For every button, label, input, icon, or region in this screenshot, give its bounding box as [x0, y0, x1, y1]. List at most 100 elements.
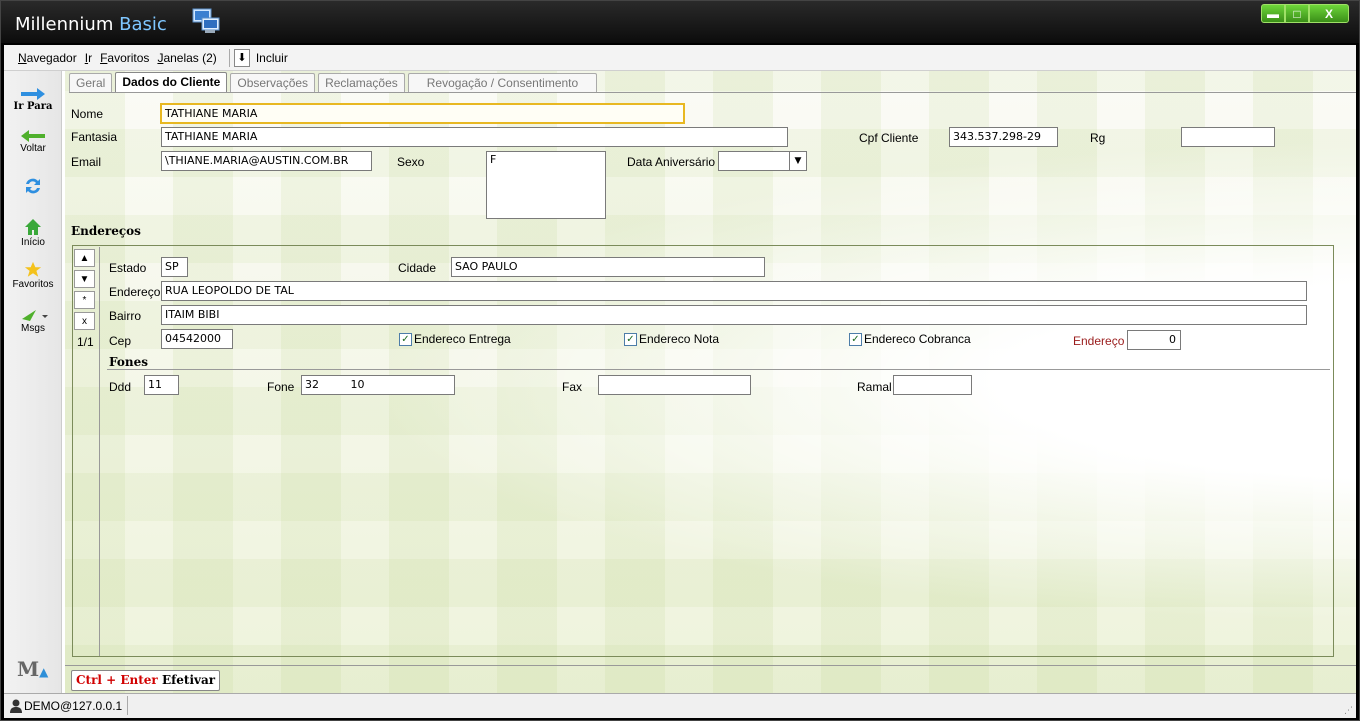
rg-field[interactable] — [1181, 127, 1275, 147]
nome-field[interactable]: TATHIANE MARIA — [160, 103, 685, 124]
message-icon — [22, 310, 48, 321]
app-title: Millennium Basic — [15, 14, 167, 35]
bairro-label: Bairro — [109, 309, 142, 323]
menu-navegador[interactable]: Navegador — [18, 51, 77, 65]
record-new-button[interactable]: * — [74, 291, 95, 309]
nav-inicio[interactable]: Início — [4, 217, 62, 248]
maximize-button[interactable]: □ — [1285, 4, 1309, 23]
ddd-label: Ddd — [109, 380, 132, 394]
check-icon: ✓ — [624, 332, 637, 346]
cpf-field[interactable]: 343.537.298-29 — [949, 127, 1058, 147]
menu-bar: Navegador Ir Favoritos Janelas (2) ⬇ Inc… — [4, 45, 1356, 71]
record-up-button[interactable]: ▲ — [74, 249, 95, 267]
cidade-label: Cidade — [398, 261, 437, 275]
record-position: 1/1 — [77, 335, 94, 349]
fones-header: Fones — [109, 355, 148, 369]
cidade-field[interactable]: SAO PAULO — [451, 257, 765, 277]
record-down-button[interactable]: ▼ — [74, 270, 95, 288]
incluir-button[interactable]: Incluir — [256, 51, 288, 65]
tab-observacoes[interactable]: Observações — [230, 73, 316, 92]
menu-favoritos[interactable]: Favoritos — [100, 51, 149, 65]
data-aniversario-select[interactable]: ▼ — [718, 151, 807, 171]
status-bar: DEMO@127.0.0.1 ⋰ — [4, 693, 1356, 718]
record-nav-divider — [99, 247, 100, 656]
nav-refresh[interactable] — [4, 175, 62, 197]
app-title-edition: Basic — [119, 14, 167, 35]
cep-label: Cep — [109, 334, 132, 348]
menu-janelas[interactable]: Janelas (2) — [157, 51, 216, 65]
shortcut-key: Ctrl + Enter — [76, 673, 158, 687]
tab-revogacao[interactable]: Revogação / Consentimento — [407, 73, 598, 92]
estado-field[interactable]: SP — [161, 257, 188, 277]
endereco-label: Endereço — [109, 285, 161, 299]
data-aniversario-label: Data Aniversário — [627, 155, 716, 169]
chevron-down-icon[interactable]: ▼ — [789, 152, 806, 170]
endereco-entrega-checkbox[interactable]: ✓ Endereco Entrega — [399, 332, 511, 346]
sexo-label: Sexo — [397, 155, 425, 169]
arrow-right-icon — [21, 88, 45, 100]
nav-ir-para-label: Ir Para — [13, 101, 53, 112]
footer-divider — [65, 665, 1356, 666]
nav-voltar[interactable]: Voltar — [4, 129, 62, 154]
arrow-left-icon — [21, 130, 45, 142]
minimize-button[interactable]: ▬ — [1261, 4, 1285, 23]
endereco-nota-label: Endereco Nota — [639, 332, 720, 346]
left-navigation: Ir Para Voltar Início Favoritos Msgs M▲ — [4, 71, 62, 693]
ramal-label: Ramal — [857, 380, 892, 394]
client-form: Geral Dados do Cliente Observações Recla… — [65, 71, 1356, 693]
sexo-list[interactable]: F — [486, 151, 606, 219]
efetivar-button[interactable]: Ctrl + Enter Efetivar — [71, 670, 221, 691]
ramal-field[interactable] — [893, 375, 972, 395]
refresh-icon — [26, 178, 40, 194]
menu-ir[interactable]: Ir — [85, 51, 92, 65]
status-user: DEMO@127.0.0.1 — [24, 699, 123, 713]
home-icon — [25, 219, 41, 235]
endereco-field[interactable]: RUA LEOPOLDO DE TAL — [161, 281, 1307, 301]
tab-geral[interactable]: Geral — [69, 73, 113, 92]
fax-field[interactable] — [598, 375, 751, 395]
cep-field[interactable]: 04542000 — [161, 329, 233, 349]
email-field[interactable]: \THIANE.MARIA@AUSTIN.COM.BR — [161, 151, 372, 171]
tab-reclamacoes[interactable]: Reclamações — [318, 73, 405, 92]
nav-favoritos-label: Favoritos — [12, 279, 54, 290]
endereco-nota-checkbox[interactable]: ✓ Endereco Nota — [624, 332, 719, 346]
nav-ir-para[interactable]: Ir Para — [4, 87, 62, 112]
status-separator — [127, 696, 128, 715]
app-window: Millennium Basic ▬ □ X Navegador Ir Favo… — [0, 0, 1360, 721]
efetivar-label: Efetivar — [161, 673, 216, 687]
fone-field[interactable]: 32 10 — [301, 375, 455, 395]
nav-voltar-label: Voltar — [20, 143, 46, 154]
millennium-logo: M▲ — [17, 657, 49, 681]
content-area: Ir Para Voltar Início Favoritos Msgs M▲ … — [4, 71, 1356, 693]
nome-label: Nome — [71, 107, 104, 121]
arrow-down-icon[interactable]: ⬇ — [233, 48, 250, 67]
endereco-cobranca-label: Endereco Cobranca — [864, 332, 971, 346]
tab-divider — [69, 92, 1356, 93]
fone-label: Fone — [267, 380, 295, 394]
record-delete-button[interactable]: x — [74, 312, 95, 330]
close-button[interactable]: X — [1309, 4, 1349, 23]
menu-separator — [228, 48, 230, 67]
endereco-entrega-label: Endereco Entrega — [414, 332, 511, 346]
endereco-cobranca-checkbox[interactable]: ✓ Endereco Cobranca — [849, 332, 971, 346]
endereco-number-label: Endereço — [1073, 334, 1125, 348]
tab-dados-cliente[interactable]: Dados do Cliente — [115, 72, 228, 93]
bairro-field[interactable]: ITAIM BIBI — [161, 305, 1307, 325]
star-icon — [24, 261, 42, 277]
estado-label: Estado — [109, 261, 147, 275]
fantasia-field[interactable]: TATHIANE MARIA — [161, 127, 788, 147]
nav-favoritos[interactable]: Favoritos — [4, 261, 62, 290]
nav-msgs[interactable]: Msgs — [4, 307, 62, 334]
resize-grip-icon[interactable]: ⋰ — [1344, 705, 1353, 716]
user-icon — [10, 699, 22, 713]
tab-bar: Geral Dados do Cliente Observações Recla… — [69, 72, 600, 93]
computer-network-icon — [192, 8, 220, 33]
rg-label: Rg — [1090, 131, 1106, 145]
nav-msgs-label: Msgs — [21, 323, 45, 334]
ddd-field[interactable]: 11 — [144, 375, 179, 395]
check-icon: ✓ — [849, 332, 862, 346]
nav-inicio-label: Início — [21, 237, 45, 248]
endereco-number-field[interactable]: 0 — [1127, 330, 1181, 350]
check-icon: ✓ — [399, 332, 412, 346]
cpf-label: Cpf Cliente — [859, 131, 919, 145]
